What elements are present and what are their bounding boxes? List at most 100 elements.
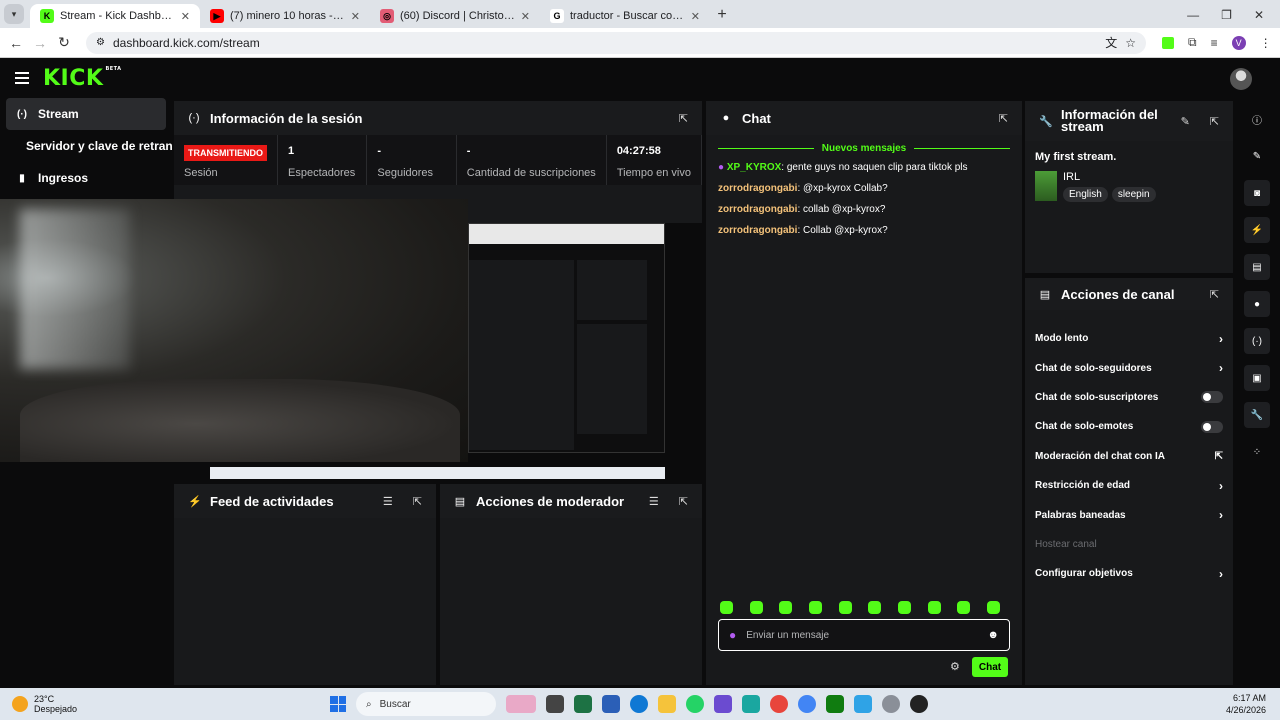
popout-icon[interactable]: ⇱ xyxy=(679,495,688,508)
session-widget-icon[interactable]: ◙ xyxy=(1244,180,1270,206)
emote-icon[interactable] xyxy=(779,601,793,614)
popout-icon[interactable]: ⇱ xyxy=(413,495,422,508)
chat-username[interactable]: zorrodragongabi xyxy=(718,225,797,236)
edit-pencil-icon[interactable]: ✎ xyxy=(1244,143,1270,169)
kick-extension-icon[interactable] xyxy=(1162,36,1174,49)
user-avatar[interactable] xyxy=(1230,68,1252,90)
copilot-icon[interactable] xyxy=(742,695,760,713)
translate-icon[interactable]: 文 xyxy=(1105,34,1117,51)
task-view-icon[interactable] xyxy=(546,695,564,713)
stream-tag[interactable]: English xyxy=(1063,187,1108,202)
stream-tag[interactable]: sleepin xyxy=(1111,187,1156,202)
profile-avatar[interactable]: V xyxy=(1231,35,1246,50)
back-icon[interactable]: ← xyxy=(4,35,28,51)
excel-icon[interactable] xyxy=(574,695,592,713)
channel-action-item[interactable]: Chat de solo-seguidores › xyxy=(1025,353,1233,382)
emote-icon[interactable] xyxy=(720,601,733,614)
tab-close-icon[interactable]: ✕ xyxy=(521,10,530,23)
browser-tab-0[interactable]: K Stream - Kick Dashboard ✕ xyxy=(30,4,200,28)
minimize-icon[interactable]: — xyxy=(1187,8,1199,22)
chat-settings-gear-icon[interactable]: ⚙ xyxy=(950,660,960,673)
close-window-icon[interactable]: ✕ xyxy=(1254,8,1264,22)
chat-send-button[interactable]: Chat xyxy=(972,657,1008,677)
forward-icon[interactable]: → xyxy=(28,35,52,51)
tab-close-icon[interactable]: ✕ xyxy=(351,10,360,23)
broadcast-widget-icon[interactable]: (·) xyxy=(1244,328,1270,354)
emote-icon[interactable] xyxy=(927,601,941,614)
menu-icon[interactable]: ⋮ xyxy=(1260,36,1272,50)
file-explorer-icon[interactable] xyxy=(658,695,676,713)
chat-username[interactable]: zorrodragongabi xyxy=(718,204,797,215)
emote-icon[interactable] xyxy=(897,601,911,614)
kick-logo[interactable]: KICK BETA xyxy=(43,66,122,91)
whatsapp-icon[interactable] xyxy=(686,695,704,713)
new-messages-divider[interactable]: Nuevos mensajes xyxy=(718,143,1010,154)
url-field[interactable]: ⚙ dashboard.kick.com/stream 文 ☆ xyxy=(86,31,1146,54)
restore-icon[interactable]: ❐ xyxy=(1221,8,1232,22)
tab-search-dropdown[interactable]: ▾ xyxy=(4,4,24,24)
channel-action-item[interactable]: Palabras baneadas › xyxy=(1025,500,1233,529)
sidebar-item-2[interactable]: ▮ Ingresos xyxy=(0,162,172,194)
stream-video-preview[interactable] xyxy=(0,199,468,462)
browser-tab-1[interactable]: ▶ (7) minero 10 horas - YouTube ✕ xyxy=(200,4,370,28)
filter-icon[interactable]: ☰ xyxy=(383,495,393,508)
reload-icon[interactable]: ↻ xyxy=(52,34,76,51)
tab-close-icon[interactable]: ✕ xyxy=(181,10,190,23)
search-highlight-icon[interactable] xyxy=(506,695,536,713)
channel-action-item[interactable]: Moderación del chat con IA ⇱ xyxy=(1025,442,1233,471)
obs-icon[interactable] xyxy=(910,695,928,713)
media-controls-icon[interactable]: ≡ xyxy=(1211,36,1218,50)
chat-widget-icon[interactable]: ● xyxy=(1244,291,1270,317)
mod-actions-widget-icon[interactable]: ▤ xyxy=(1244,254,1270,280)
filter-icon[interactable]: ☰ xyxy=(649,495,659,508)
emoji-icon[interactable]: ☻ xyxy=(987,629,999,641)
bookmark-star-icon[interactable]: ☆ xyxy=(1125,36,1136,50)
popout-icon[interactable]: ⇱ xyxy=(1210,288,1219,301)
emote-icon[interactable] xyxy=(868,601,882,614)
channel-actions-widget-icon[interactable]: ▣ xyxy=(1244,365,1270,391)
popout-icon[interactable]: ⇱ xyxy=(1210,115,1219,128)
browser-tab-2[interactable]: ◎ (60) Discord | Christopher, Seba ✕ xyxy=(370,4,540,28)
tab-close-icon[interactable]: ✕ xyxy=(691,10,700,23)
edge-icon[interactable] xyxy=(630,695,648,713)
browser-tab-3[interactable]: G traductor - Buscar con Google ✕ xyxy=(540,4,710,28)
emote-icon[interactable] xyxy=(986,601,1000,614)
chat-input-box[interactable]: ● ☻ xyxy=(718,619,1010,651)
chat-username[interactable]: zorrodragongabi xyxy=(718,183,797,194)
emote-icon[interactable] xyxy=(838,601,852,614)
edit-pencil-icon[interactable]: ✎ xyxy=(1181,115,1190,128)
emote-icon[interactable] xyxy=(808,601,822,614)
system-clock[interactable]: 6:17 AM 4/26/2026 xyxy=(1226,692,1280,716)
channel-action-item[interactable]: Chat de solo-emotes xyxy=(1025,412,1233,441)
chat-message[interactable]: zorrodragongabi: collab @xp-kyrox? xyxy=(718,204,1010,215)
chat-message[interactable]: ● XP_KYROX: gente guys no saquen clip pa… xyxy=(718,162,1010,173)
channel-action-item[interactable]: Chat de solo-suscriptores xyxy=(1025,383,1233,412)
chat-username[interactable]: XP_KYROX xyxy=(727,162,781,173)
emote-icon[interactable] xyxy=(957,601,971,614)
toggle-switch[interactable] xyxy=(1201,391,1223,404)
site-info-icon[interactable]: ⚙ xyxy=(96,37,105,48)
word-icon[interactable] xyxy=(602,695,620,713)
chat-message[interactable]: zorrodragongabi: Collab @xp-kyrox? xyxy=(718,225,1010,236)
chat-message-input[interactable] xyxy=(746,629,978,641)
emote-icon[interactable] xyxy=(749,601,763,614)
chat-message[interactable]: zorrodragongabi: @xp-kyrox Collab? xyxy=(718,183,1010,194)
popout-icon[interactable]: ⇱ xyxy=(679,112,688,125)
hamburger-menu-icon[interactable] xyxy=(15,72,29,84)
new-tab-button[interactable]: + xyxy=(710,6,734,24)
chrome-profile-icon[interactable] xyxy=(798,695,816,713)
popout-icon[interactable]: ⇱ xyxy=(999,112,1008,125)
sidebar-item-1[interactable]: Servidor y clave de retransmisión xyxy=(0,130,172,162)
app-icon[interactable] xyxy=(714,695,732,713)
more-widgets-icon[interactable]: ⁘ xyxy=(1244,439,1270,465)
windows-start-icon[interactable] xyxy=(330,696,346,712)
sidebar-item-0[interactable]: (·) Stream xyxy=(6,98,166,130)
extensions-icon[interactable]: ⧉ xyxy=(1188,35,1197,50)
activity-widget-icon[interactable]: ⚡ xyxy=(1244,217,1270,243)
channel-action-item[interactable]: Configurar objetivos › xyxy=(1025,559,1233,588)
info-icon[interactable]: ⓘ xyxy=(1244,106,1270,132)
channel-action-item[interactable]: Restricción de edad › xyxy=(1025,471,1233,500)
settings-icon[interactable] xyxy=(882,695,900,713)
xbox-icon[interactable] xyxy=(826,695,844,713)
chrome-icon[interactable] xyxy=(770,695,788,713)
